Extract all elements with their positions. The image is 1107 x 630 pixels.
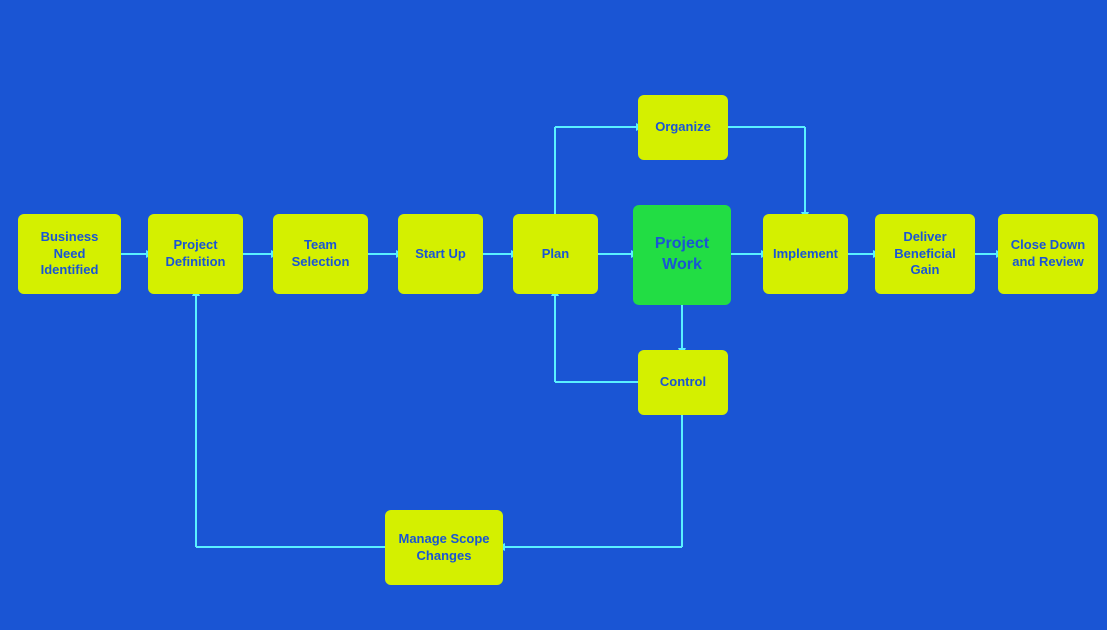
manage-scope-box: Manage Scope Changes bbox=[385, 510, 503, 585]
deliver-beneficial-gain-box: Deliver Beneficial Gain bbox=[875, 214, 975, 294]
close-down-box: Close Down and Review bbox=[998, 214, 1098, 294]
plan-box: Plan bbox=[513, 214, 598, 294]
start-up-box: Start Up bbox=[398, 214, 483, 294]
team-selection-box: Team Selection bbox=[273, 214, 368, 294]
control-box: Control bbox=[638, 350, 728, 415]
diagram-container: Business Need Identified Project Definit… bbox=[0, 0, 1107, 630]
project-work-box: Project Work bbox=[633, 205, 731, 305]
project-definition-box: Project Definition bbox=[148, 214, 243, 294]
business-need-box: Business Need Identified bbox=[18, 214, 121, 294]
implement-box: Implement bbox=[763, 214, 848, 294]
arrows-svg bbox=[0, 0, 1107, 630]
organize-box: Organize bbox=[638, 95, 728, 160]
